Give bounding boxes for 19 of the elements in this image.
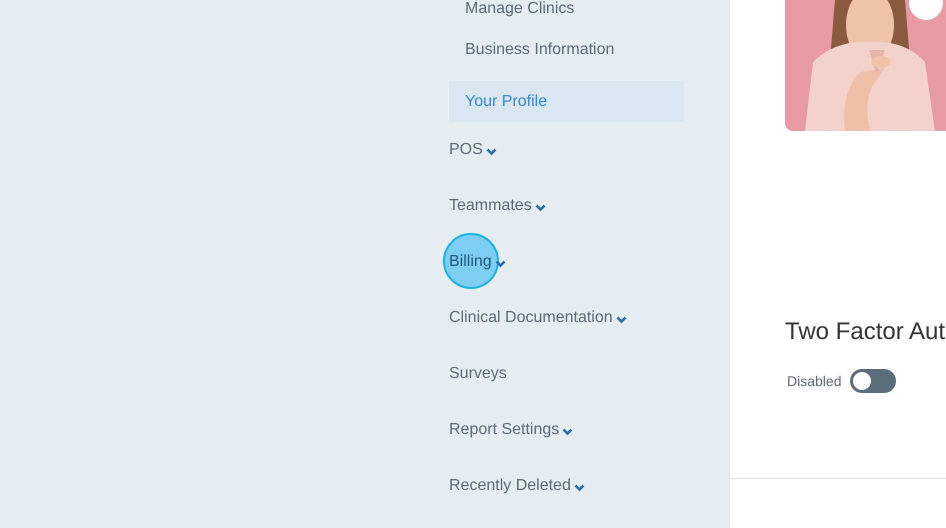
sidebar-item[interactable]: POS (449, 141, 483, 159)
chevron-down-icon (534, 204, 546, 212)
sidebar-subitem[interactable]: Business Information (449, 29, 684, 70)
sidebar-subitem[interactable]: Your Profile (449, 81, 684, 122)
chevron-down-icon (494, 260, 506, 268)
chevron-down-icon (616, 316, 627, 324)
sidebar-item[interactable]: Recently Deleted (449, 477, 571, 495)
sidebar-item[interactable]: Billing (449, 253, 492, 271)
sidebar-item[interactable]: Clinical Documentation (449, 309, 613, 327)
sidebar-item[interactable]: Report Settings (449, 421, 560, 439)
chevron-down-icon (562, 428, 574, 436)
chevron-down-icon (486, 148, 497, 156)
chevron-down-icon (574, 484, 585, 492)
sidebar-item[interactable]: Teammates (449, 197, 532, 215)
toggle-switch[interactable] (850, 369, 896, 393)
sidebar-item[interactable]: Surveys (449, 365, 507, 383)
toggle-label: Disabled (787, 373, 842, 389)
section-title: Two Factor Aut (785, 317, 946, 347)
sidebar-subitem[interactable]: Manage Clinics (449, 0, 684, 18)
